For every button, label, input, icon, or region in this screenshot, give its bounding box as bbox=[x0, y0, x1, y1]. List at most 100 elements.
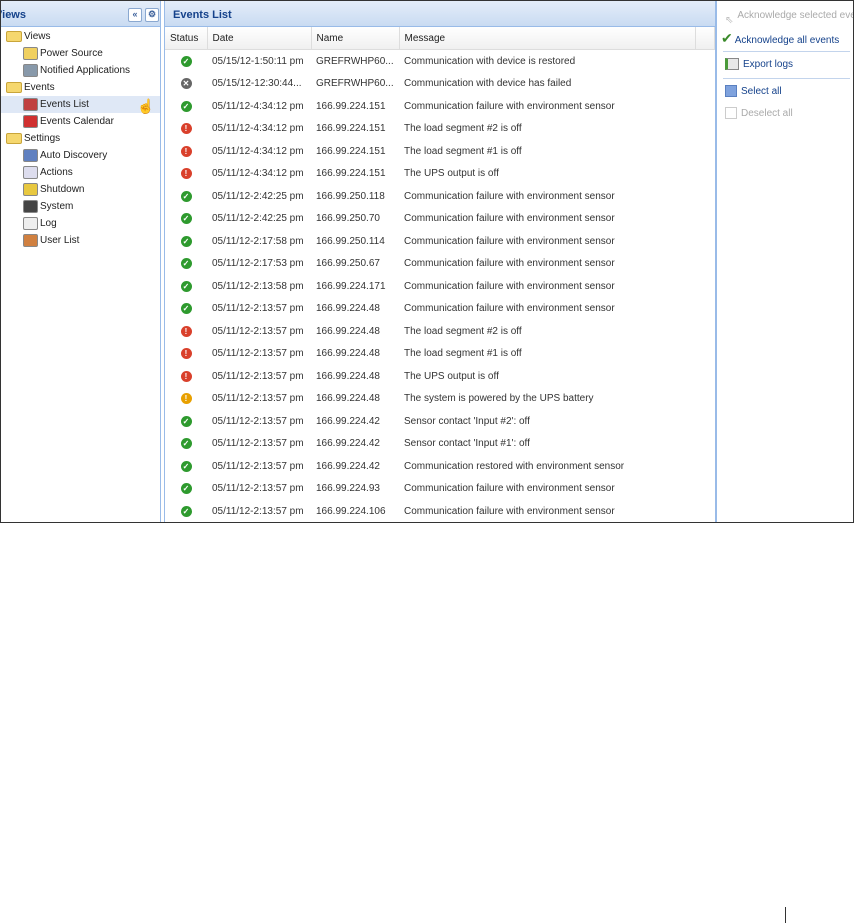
table-row[interactable]: ✓ 05/11/12-2:13:57 pm 166.99.224.42 Sensor … bbox=[165, 410, 715, 433]
date-cell: 05/11/12-2:17:53 pm bbox=[212, 258, 304, 270]
sidebar-item-label: Shutdown bbox=[40, 184, 85, 195]
table-row[interactable]: ! 05/11/12-2:13:57 pm 166.99.224.48 The UPS… bbox=[165, 365, 715, 388]
column-status[interactable]: Status bbox=[165, 27, 208, 50]
status-ok-icon: ✓ bbox=[180, 483, 192, 495]
table-row[interactable]: ! 05/11/12-4:34:12 pm 166.99.224.151 The lo… bbox=[165, 118, 715, 141]
status-cell: ✓ bbox=[165, 433, 207, 456]
table-row[interactable]: ! 05/11/12-4:34:12 pm 166.99.224.151 The lo… bbox=[165, 140, 715, 163]
table-row[interactable]: ! 05/11/12-2:13:57 pm 166.99.224.48 The sys… bbox=[165, 388, 715, 411]
sidebar-item-shutdown[interactable]: Shutdown bbox=[1, 181, 160, 198]
acknowledge-selected-label: Acknowledge selected events bbox=[737, 10, 853, 21]
name-cell: 166.99.224.48 bbox=[316, 370, 380, 382]
message-cell: Communication failure with environment s… bbox=[404, 280, 615, 292]
table-row[interactable]: ✓ 05/15/12-1:50:11 pm GREFRWHP60... Communi… bbox=[165, 50, 715, 73]
sidebar: Views « ⚙ Views Power Source Notified Appl… bbox=[1, 1, 161, 522]
status-cell: ! bbox=[165, 388, 207, 411]
name-cell: 166.99.224.48 bbox=[316, 348, 380, 360]
table-row[interactable]: ✓ 05/11/12-2:13:57 pm 166.99.224.42 Sensor … bbox=[165, 433, 715, 456]
sidebar-item-log[interactable]: Log bbox=[1, 215, 160, 232]
table-row[interactable]: ✓ 05/11/12-2:17:58 pm 166.99.250.114 Commun… bbox=[165, 230, 715, 253]
sidebar-item-power-source[interactable]: Power Source bbox=[1, 45, 160, 62]
select-all-button[interactable]: Select all bbox=[717, 81, 853, 103]
message-cell: Communication failure with environment s… bbox=[404, 483, 615, 495]
table-row[interactable]: ✕ 05/15/12-12:30:44... GREFRWHP60... Commun… bbox=[165, 73, 715, 96]
pointer-icon: ⇖ bbox=[725, 15, 734, 27]
table-row[interactable]: ✓ 05/11/12-2:13:57 pm 166.99.224.93 Communi… bbox=[165, 478, 715, 501]
message-cell: The load segment #2 is off bbox=[404, 123, 522, 135]
collapse-icon[interactable]: « bbox=[128, 8, 142, 22]
date-cell: 05/11/12-4:34:12 pm bbox=[212, 123, 304, 135]
date-cell: 05/11/12-4:34:12 pm bbox=[212, 100, 304, 112]
date-cell: 05/11/12-2:13:57 pm bbox=[212, 325, 304, 337]
spacer-cell bbox=[695, 343, 715, 366]
date-cell: 05/11/12-2:42:25 pm bbox=[212, 213, 304, 225]
sidebar-item-label: Settings bbox=[24, 133, 61, 144]
message-cell: Communication failure with environment s… bbox=[404, 235, 615, 247]
acknowledge-selected-button[interactable]: ⇖Acknowledge selected events bbox=[717, 5, 853, 27]
actions-icon bbox=[23, 165, 38, 179]
status-error-icon: ! bbox=[180, 348, 192, 360]
name-cell: 166.99.224.93 bbox=[316, 483, 380, 495]
sidebar-item-events-list[interactable]: Events List ☝ bbox=[1, 96, 160, 114]
sidebar-item-views[interactable]: Views bbox=[1, 28, 160, 45]
table-row[interactable]: ✓ 05/11/12-2:42:25 pm 166.99.250.70 Communi… bbox=[165, 208, 715, 231]
page-margin-line bbox=[785, 907, 786, 923]
sidebar-item-label: Power Source bbox=[40, 48, 103, 59]
date-cell: 05/11/12-2:13:57 pm bbox=[212, 483, 304, 495]
spacer-cell bbox=[695, 118, 715, 141]
table-row[interactable]: ✓ 05/11/12-2:13:57 pm 166.99.224.106 Commun… bbox=[165, 500, 715, 522]
status-cell: ✓ bbox=[165, 275, 207, 298]
column-date[interactable]: Date bbox=[207, 27, 312, 50]
message-cell: Communication failure with environment s… bbox=[404, 213, 615, 225]
column-message[interactable]: Message bbox=[399, 27, 696, 50]
table-row[interactable]: ✓ 05/11/12-2:13:57 pm 166.99.224.42 Communi… bbox=[165, 455, 715, 478]
status-cell: ✓ bbox=[165, 185, 207, 208]
table-row[interactable]: ! 05/11/12-2:13:57 pm 166.99.224.48 The loa… bbox=[165, 343, 715, 366]
table-row[interactable]: ✓ 05/11/12-2:17:53 pm 166.99.250.67 Communi… bbox=[165, 253, 715, 276]
deselect-all-button[interactable]: Deselect all bbox=[717, 103, 853, 125]
table-row[interactable]: ✓ 05/11/12-4:34:12 pm 166.99.224.151 Commun… bbox=[165, 95, 715, 118]
name-cell: 166.99.224.48 bbox=[316, 303, 380, 315]
table-row[interactable]: ! 05/11/12-4:34:12 pm 166.99.224.151 The UP… bbox=[165, 163, 715, 186]
sidebar-item-user-list[interactable]: User List bbox=[1, 232, 160, 249]
status-ok-icon: ✓ bbox=[180, 438, 192, 450]
status-cell: ✓ bbox=[165, 478, 207, 501]
spacer-cell bbox=[695, 365, 715, 388]
name-cell: GREFRWHP60... bbox=[316, 55, 394, 67]
acknowledge-all-button[interactable]: ✔ Acknowledge all events bbox=[717, 27, 853, 49]
status-cell: ✓ bbox=[165, 298, 207, 321]
spacer-cell bbox=[695, 185, 715, 208]
sidebar-item-auto-discovery[interactable]: Auto Discovery bbox=[1, 147, 160, 164]
sidebar-item-actions[interactable]: Actions bbox=[1, 164, 160, 181]
status-ok-icon: ✓ bbox=[180, 100, 192, 112]
status-ok-icon: ✓ bbox=[180, 55, 192, 67]
export-logs-button[interactable]: Export logs bbox=[717, 54, 853, 76]
sidebar-item-label: Views bbox=[24, 31, 51, 42]
folder-icon bbox=[6, 30, 22, 42]
table-row[interactable]: ✓ 05/11/12-2:42:25 pm 166.99.250.118 Commun… bbox=[165, 185, 715, 208]
column-name[interactable]: Name bbox=[311, 27, 400, 50]
settings-icon[interactable]: ⚙ bbox=[145, 8, 159, 22]
sidebar-item-events[interactable]: Events bbox=[1, 79, 160, 96]
date-cell: 05/11/12-2:13:57 pm bbox=[212, 438, 304, 450]
message-cell: Communication failure with environment s… bbox=[404, 190, 615, 202]
sidebar-item-notified-applications[interactable]: Notified Applications bbox=[1, 62, 160, 79]
name-cell: 166.99.250.118 bbox=[316, 190, 385, 202]
spacer-cell bbox=[695, 478, 715, 501]
sidebar-item-settings[interactable]: Settings bbox=[1, 130, 160, 147]
table-row[interactable]: ✓ 05/11/12-2:13:58 pm 166.99.224.171 Commun… bbox=[165, 275, 715, 298]
message-cell: The load segment #2 is off bbox=[404, 325, 522, 337]
status-cell: ! bbox=[165, 140, 207, 163]
date-cell: 05/11/12-2:13:57 pm bbox=[212, 303, 304, 315]
deselect-all-icon bbox=[725, 107, 737, 120]
table-row[interactable]: ✓ 05/11/12-2:13:57 pm 166.99.224.48 Communi… bbox=[165, 298, 715, 321]
table-row[interactable]: ! 05/11/12-2:13:57 pm 166.99.224.48 The loa… bbox=[165, 320, 715, 343]
power-source-icon bbox=[23, 46, 38, 60]
spacer-cell bbox=[695, 388, 715, 411]
auto-discovery-icon bbox=[23, 148, 38, 162]
sidebar-item-events-calendar[interactable]: Events Calendar bbox=[1, 113, 160, 130]
sidebar-item-system[interactable]: System bbox=[1, 198, 160, 215]
name-cell: 166.99.224.42 bbox=[316, 415, 380, 427]
spacer-cell bbox=[695, 410, 715, 433]
status-ok-icon: ✓ bbox=[180, 258, 192, 270]
